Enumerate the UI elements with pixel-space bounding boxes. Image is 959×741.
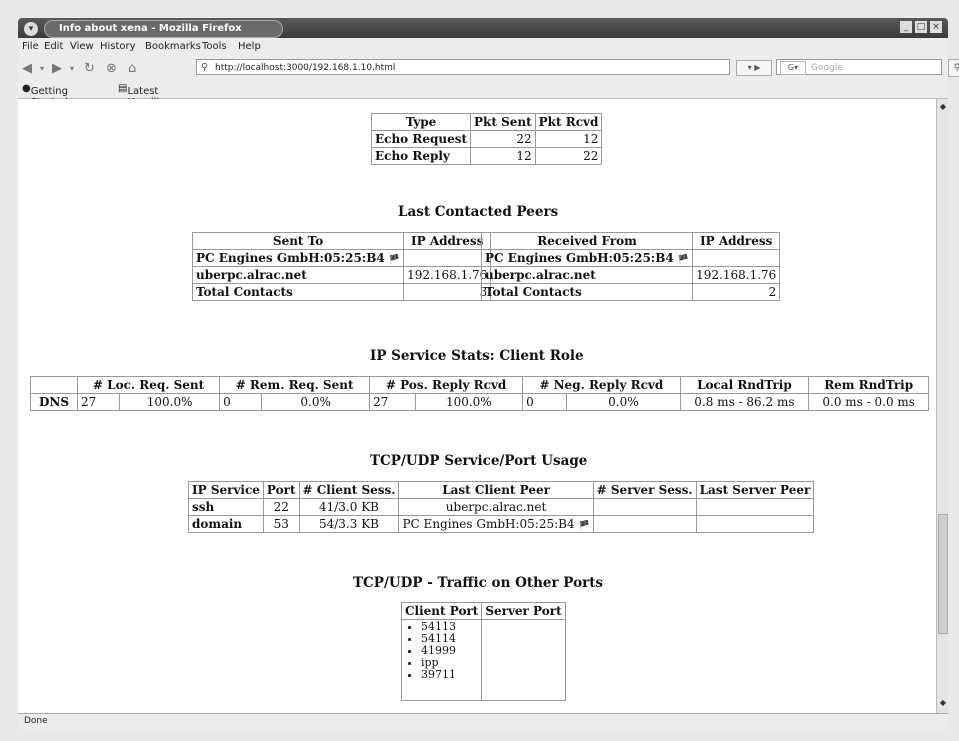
menu-help[interactable]: Help — [238, 41, 261, 52]
search-placeholder: Google — [811, 63, 843, 73]
column-header: Rem RndTrip — [808, 376, 929, 394]
close-icon[interactable]: × — [930, 21, 942, 33]
column-header: Last Client Peer — [398, 481, 594, 499]
menu-edit[interactable]: Edit — [44, 41, 63, 52]
peer-link[interactable]: uberpc.alrac.net — [480, 266, 694, 284]
column-header: Received From — [480, 232, 694, 250]
flag-icon: 🏴 — [578, 521, 590, 531]
reload-icon[interactable]: ↻ — [84, 61, 95, 76]
menu-bar: File Edit View History Bookmarks Tools H… — [18, 38, 948, 56]
ip-service-table: # Loc. Req. Sent # Rem. Req. Sent # Pos.… — [30, 376, 929, 411]
menu-tools[interactable]: Tools — [202, 41, 227, 52]
peer-link[interactable]: uberpc.alrac.net — [191, 266, 405, 284]
column-header: Last Server Peer — [695, 481, 815, 499]
table-row: uberpc.alrac.net 192.168.1.76 — [480, 266, 781, 284]
received-from-table: Received From IP Address PC Engines GmbH… — [480, 232, 781, 301]
forward-icon[interactable]: ▶ — [52, 61, 62, 76]
back-dropdown-icon[interactable]: ▾ — [40, 64, 44, 73]
column-header: # Server Sess. — [592, 481, 697, 499]
column-header: IP Service — [188, 481, 264, 499]
column-header: Server Port — [481, 602, 566, 620]
column-header: # Client Sess. — [298, 481, 400, 499]
column-header: Local RndTrip — [679, 376, 810, 394]
column-header: Sent To — [191, 232, 405, 250]
table-row: Total Contacts 2 — [480, 283, 781, 301]
menu-bookmarks[interactable]: Bookmarks — [145, 41, 201, 52]
table-row: domain 53 54/3.3 KB PC Engines GmbH:05:2… — [188, 515, 815, 533]
table-row: DNS 27 100.0% 0 0.0% 27 100.0% 0 0.0% 0.… — [30, 393, 929, 411]
column-header: Type — [370, 113, 472, 131]
column-header: # Neg. Reply Rcvd — [522, 376, 681, 394]
back-icon[interactable]: ◀ — [22, 61, 32, 76]
client-port-list: 54113 54114 41999 ipp 39711 — [405, 621, 478, 681]
table-row: Total Contacts 3 — [191, 283, 492, 301]
column-header: # Loc. Req. Sent — [76, 376, 221, 394]
menu-view[interactable]: View — [70, 41, 94, 52]
table-row: ssh 22 41/3.0 KB uberpc.alrac.net — [188, 498, 815, 516]
table-row: uberpc.alrac.net 192.168.1.76 — [191, 266, 492, 284]
bookmark-latest-headlines[interactable]: ▤ Latest Headlines — [118, 83, 177, 108]
column-header: Client Port — [400, 602, 483, 620]
search-icon[interactable]: ⚲ — [948, 59, 959, 77]
column-header: # Rem. Req. Sent — [219, 376, 371, 394]
column-header: # Pos. Reply Rcvd — [369, 376, 524, 394]
column-header: Pkt Rcvd — [534, 113, 603, 131]
home-icon[interactable]: ⌂ — [128, 61, 136, 76]
window-menu-icon[interactable]: ▾ — [24, 22, 38, 36]
browser-window: ▾ Info about xena - Mozilla Firefox _ □ … — [0, 0, 959, 741]
peers-heading: Last Contacted Peers — [398, 204, 559, 220]
icmp-table: Type Pkt Sent Pkt Rcvd Echo Request 22 1… — [370, 113, 603, 165]
flag-icon: 🏴 — [677, 255, 690, 265]
scroll-down-icon[interactable]: ◆ — [937, 697, 949, 709]
url-text: http://localhost:3000/192.168.1.10.html — [215, 63, 396, 73]
bookmark-getting-started[interactable]: ● Getting Started — [22, 83, 68, 108]
minimize-icon[interactable]: _ — [900, 21, 912, 33]
table-row: Echo Request 22 12 — [370, 130, 603, 148]
search-engine-icon[interactable]: G▾ — [780, 61, 806, 75]
table-row: PC Engines GmbH:05:25:B4 🏴 — [480, 249, 781, 267]
table-row: 54113 54114 41999 ipp 39711 — [400, 619, 566, 701]
port-usage-heading: TCP/UDP Service/Port Usage — [370, 453, 588, 469]
menu-history[interactable]: History — [100, 41, 136, 52]
stop-icon[interactable]: ⊗ — [106, 61, 117, 76]
search-input[interactable]: G▾ Google — [776, 59, 942, 75]
bookmarks-toolbar: ● Getting Started ▤ Latest Headlines — [18, 80, 948, 108]
peer-link[interactable]: uberpc.alrac.net — [398, 498, 594, 516]
page-content: Type Pkt Sent Pkt Rcvd Echo Request 22 1… — [18, 99, 936, 713]
other-ports-heading: TCP/UDP - Traffic on Other Ports — [353, 575, 604, 591]
status-text: Done — [24, 716, 48, 726]
maximize-icon[interactable]: □ — [915, 21, 927, 33]
title-bar: ▾ Info about xena - Mozilla Firefox _ □ … — [18, 18, 948, 38]
navigation-toolbar: ◀ ▾ ▶ ▾ ↻ ⊗ ⌂ ⚲ http://localhost:3000/19… — [18, 56, 959, 80]
window-title: Info about xena - Mozilla Firefox — [44, 20, 283, 38]
url-go-button[interactable]: ▾ ▶ — [736, 60, 772, 76]
table-row: PC Engines GmbH:05:25:B4 🏴 — [191, 249, 492, 267]
page-icon: ⚲ — [201, 62, 209, 73]
list-item: 39711 — [421, 669, 478, 681]
menu-file[interactable]: File — [22, 41, 39, 52]
column-header: Pkt Sent — [470, 113, 536, 131]
peer-link[interactable]: PC Engines GmbH:05:25:B4 — [402, 517, 574, 531]
port-usage-table: IP Service Port # Client Sess. Last Clie… — [188, 481, 815, 533]
flag-icon: 🏴 — [388, 255, 401, 265]
other-ports-table: Client Port Server Port 54113 54114 4199… — [400, 602, 566, 701]
column-header: IP Address — [403, 232, 492, 250]
table-row: Echo Reply 12 22 — [370, 147, 603, 165]
status-bar: Done — [18, 713, 948, 730]
sent-to-table: Sent To IP Address PC Engines GmbH:05:25… — [191, 232, 492, 301]
vertical-scrollbar[interactable]: ◆ ◆ — [936, 99, 948, 713]
scroll-up-icon[interactable]: ◆ — [937, 101, 949, 113]
ip-service-heading: IP Service Stats: Client Role — [370, 348, 584, 364]
url-bar[interactable]: ⚲ http://localhost:3000/192.168.1.10.htm… — [196, 59, 730, 75]
column-header: Port — [262, 481, 300, 499]
column-header: IP Address — [692, 232, 781, 250]
forward-dropdown-icon[interactable]: ▾ — [70, 64, 74, 73]
scrollbar-thumb[interactable] — [938, 514, 948, 634]
